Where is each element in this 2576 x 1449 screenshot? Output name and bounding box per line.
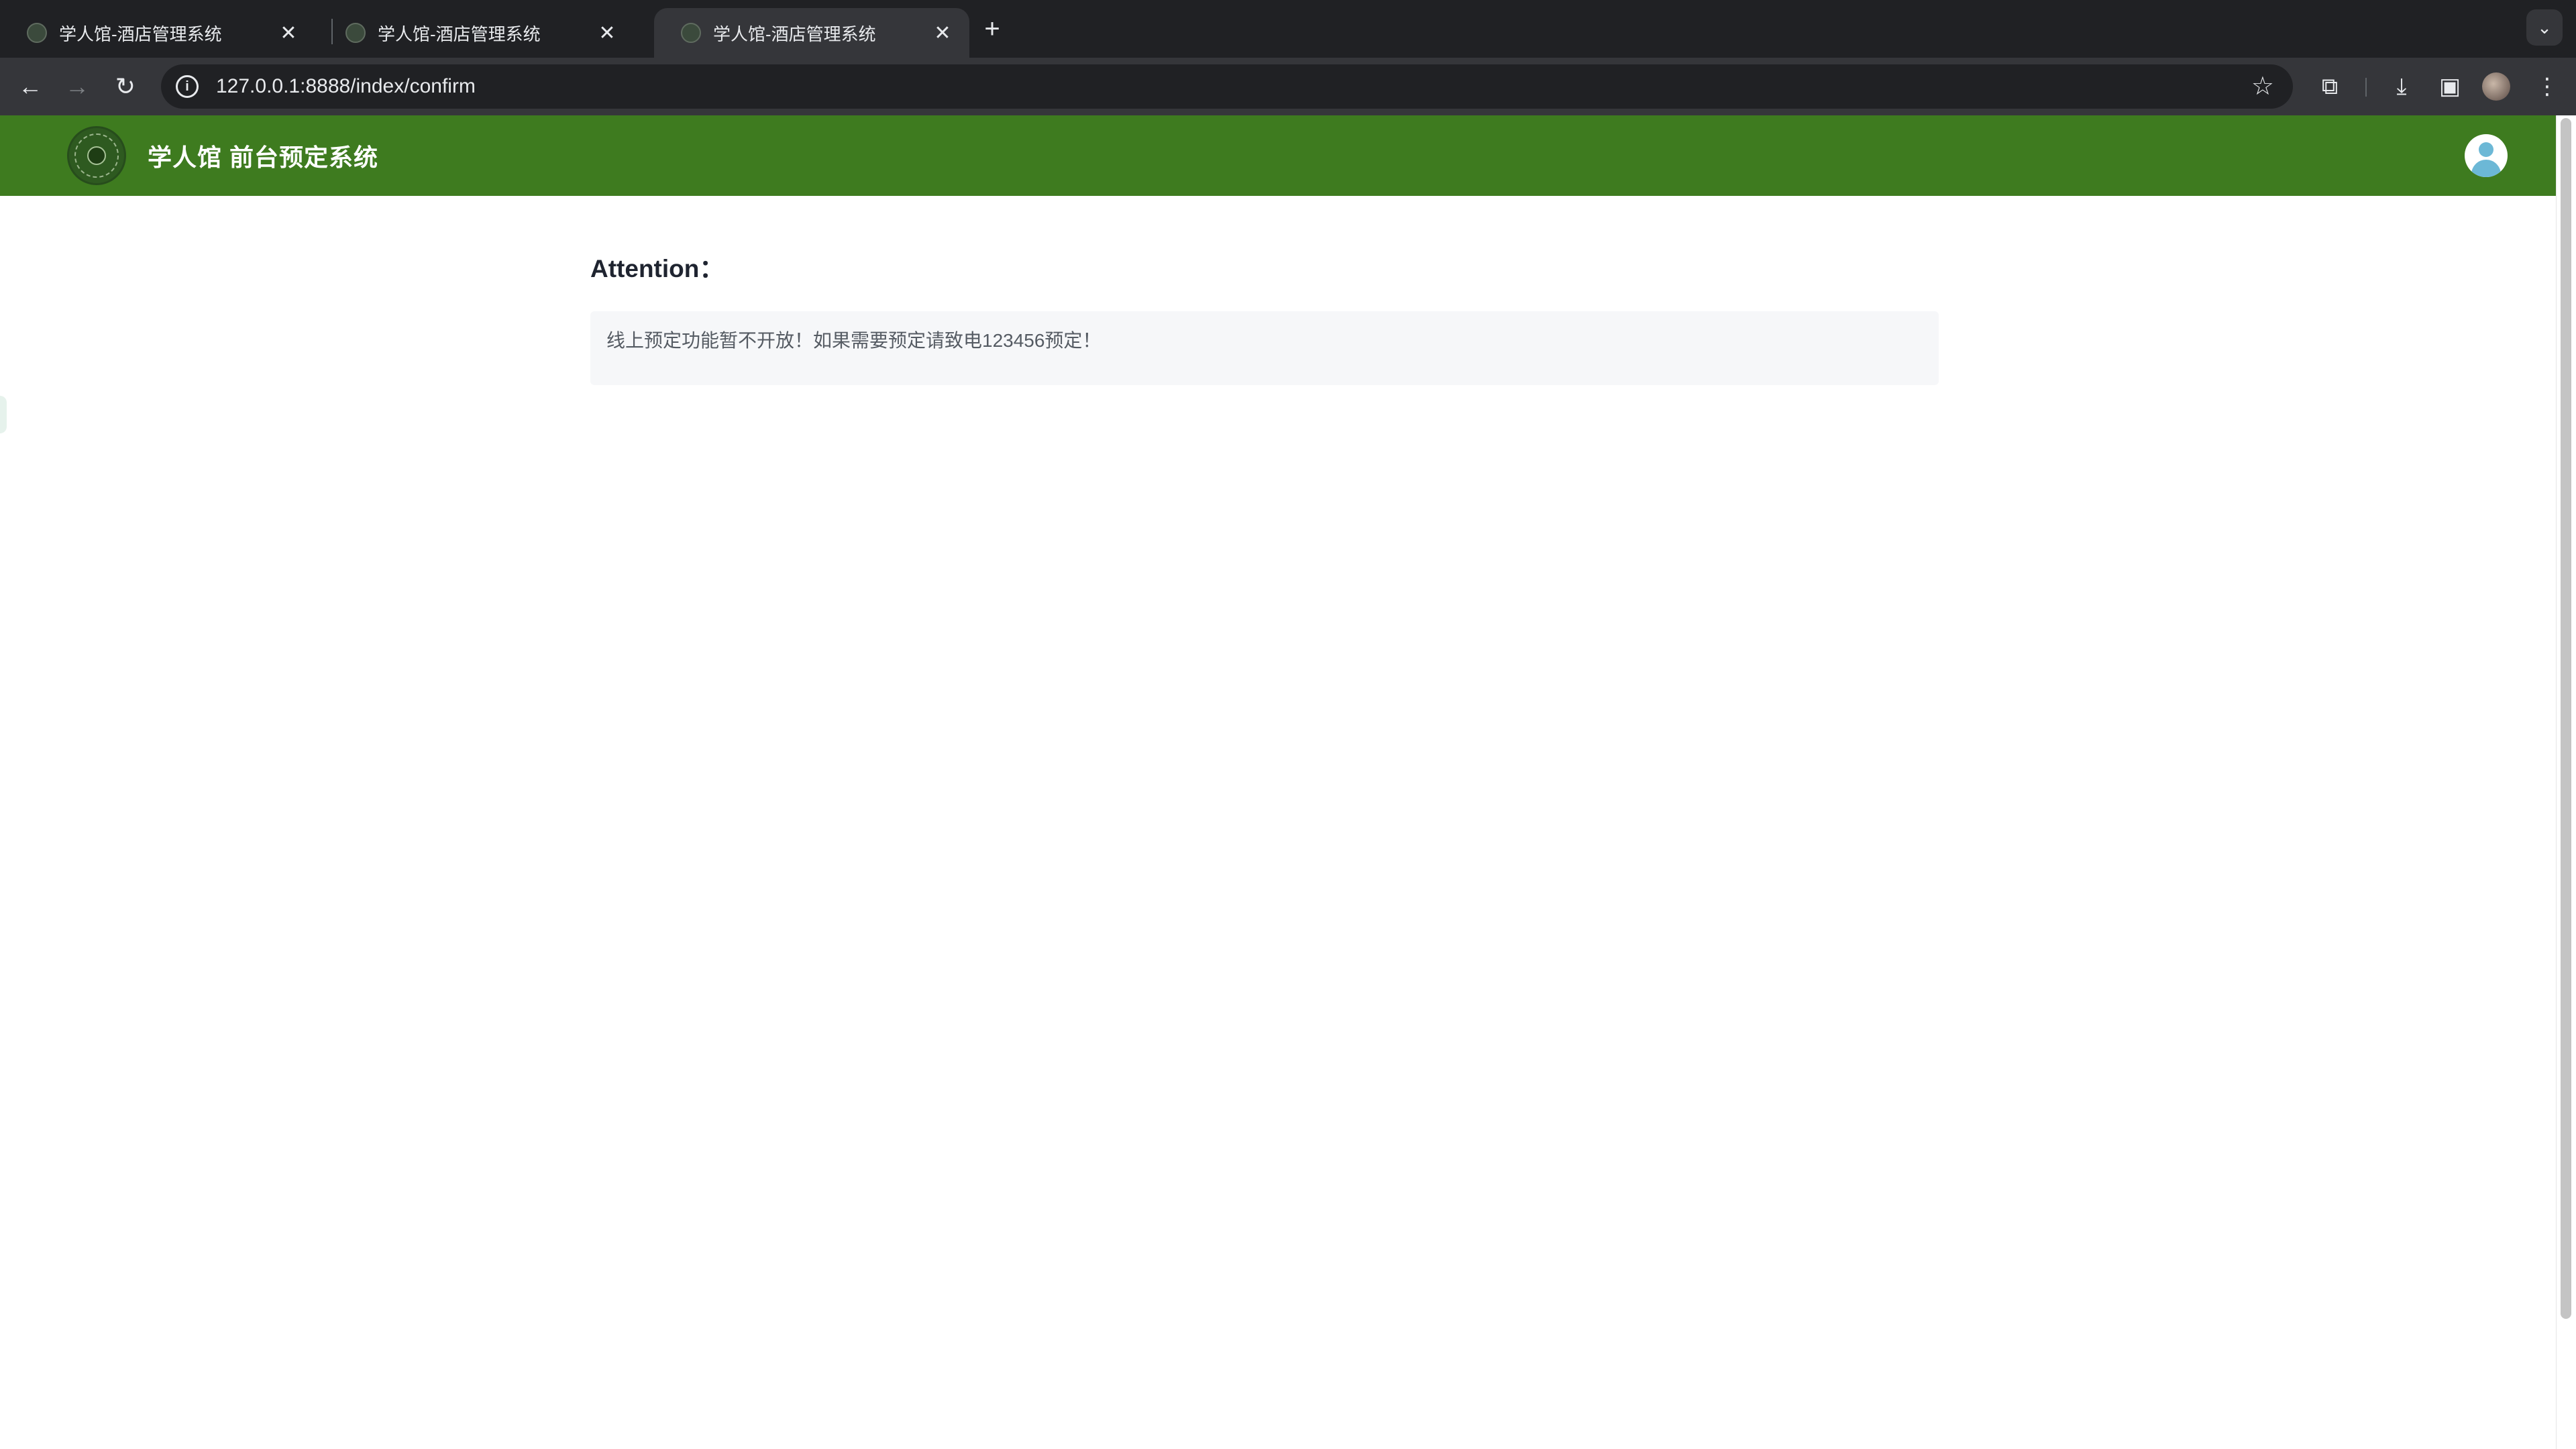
scrollbar-thumb[interactable] bbox=[2561, 118, 2571, 1319]
site-favicon-icon bbox=[27, 23, 47, 43]
star-icon[interactable]: ☆ bbox=[2251, 71, 2274, 101]
site-favicon-icon bbox=[345, 23, 366, 43]
toolbar-divider bbox=[2365, 78, 2367, 97]
close-icon[interactable]: ✕ bbox=[930, 21, 955, 45]
site-favicon-icon bbox=[681, 23, 701, 43]
user-avatar[interactable] bbox=[2465, 134, 2508, 177]
main-content: Attention： 线上预定功能暂不开放！如果需要预定请致电123456预定！ bbox=[590, 248, 1939, 385]
profile-avatar[interactable] bbox=[2482, 72, 2510, 101]
forward-arrow-icon[interactable]: → bbox=[59, 68, 95, 105]
side-panel-icon[interactable]: ▣ bbox=[2433, 70, 2467, 103]
back-arrow-icon[interactable]: ← bbox=[12, 68, 48, 105]
browser-toolbar: ← → ↻ i 127.0.0.1:8888/index/confirm ☆ ⧉… bbox=[0, 58, 2576, 115]
browser-tab-1[interactable]: 学人馆-酒店管理系统 ✕ bbox=[0, 8, 315, 58]
side-drawer-handle[interactable] bbox=[0, 396, 7, 433]
tab-title: 学人馆-酒店管理系统 bbox=[59, 23, 222, 44]
vertical-scrollbar[interactable] bbox=[2556, 115, 2576, 1449]
logo-ring bbox=[74, 133, 119, 178]
url-text[interactable]: 127.0.0.1:8888/index/confirm bbox=[216, 75, 476, 98]
kebab-menu-icon[interactable]: ⋮ bbox=[2530, 70, 2564, 103]
user-icon-body bbox=[2471, 160, 2501, 177]
close-icon[interactable]: ✕ bbox=[595, 21, 619, 45]
notice-box: 线上预定功能暂不开放！如果需要预定请致电123456预定！ bbox=[590, 311, 1939, 385]
tab-title: 学人馆-酒店管理系统 bbox=[713, 23, 876, 44]
app-title: 学人馆 前台预定系统 bbox=[148, 144, 379, 171]
address-bar[interactable]: i 127.0.0.1:8888/index/confirm ☆ bbox=[161, 64, 2293, 109]
app-header: 学人馆 前台预定系统 bbox=[0, 115, 2556, 196]
reload-icon[interactable]: ↻ bbox=[107, 68, 144, 105]
browser-tab-2[interactable]: 学人馆-酒店管理系统 ✕ bbox=[319, 8, 634, 58]
close-icon[interactable]: ✕ bbox=[276, 21, 301, 45]
notice-text: 线上预定功能暂不开放！如果需要预定请致电123456预定！ bbox=[606, 330, 1102, 351]
download-icon[interactable]: ⤓ bbox=[2385, 70, 2418, 103]
info-icon[interactable]: i bbox=[176, 75, 199, 98]
browser-tab-3-active[interactable]: 学人馆-酒店管理系统 ✕ bbox=[654, 8, 969, 58]
hotel-logo[interactable] bbox=[67, 126, 126, 185]
puzzle-icon[interactable]: ⧉ bbox=[2313, 70, 2347, 103]
browser-tabstrip: 学人馆-酒店管理系统 ✕ 学人馆-酒店管理系统 ✕ 学人馆-酒店管理系统 ✕ +… bbox=[0, 0, 2576, 58]
logo-emblem-icon bbox=[87, 146, 106, 165]
attention-heading: Attention： bbox=[590, 255, 724, 282]
chevron-down-icon[interactable]: ⌄ bbox=[2526, 9, 2563, 46]
tab-title: 学人馆-酒店管理系统 bbox=[378, 23, 541, 44]
user-icon-head bbox=[2479, 142, 2493, 157]
plus-icon[interactable]: + bbox=[975, 12, 1009, 46]
